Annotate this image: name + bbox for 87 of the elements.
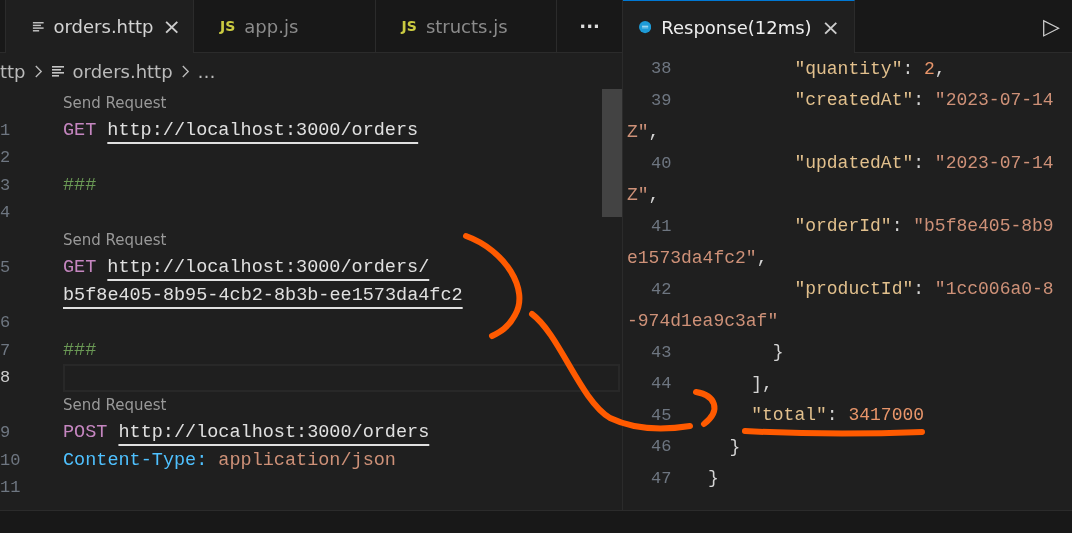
json-key: "orderId" [708, 216, 892, 237]
json-key: "updatedAt" [708, 153, 914, 174]
send-request-link[interactable]: Send Request [63, 93, 167, 112]
line-number: 3 [0, 175, 12, 195]
line-number: 10 [0, 450, 22, 470]
breadcrumb-item[interactable]: … [197, 60, 216, 82]
json-punctuation: } [728, 436, 741, 457]
line-number: 6 [0, 313, 12, 333]
json-punctuation: } [771, 342, 784, 363]
line-number: 4 [0, 203, 12, 223]
send-request-link[interactable]: Send Request [63, 231, 167, 250]
json-punctuation: , [648, 121, 660, 142]
json-key: "total" [708, 405, 827, 426]
json-string: "2023-07-14 [934, 90, 1054, 111]
tab-label: orders.http [53, 16, 154, 37]
json-string: -974d1ea9c3af" [627, 310, 779, 331]
js-file-icon: JS [401, 18, 417, 34]
line-number: 39 [650, 90, 673, 110]
line-number: 44 [650, 374, 673, 394]
json-string: "1cc006a0-8 [934, 279, 1054, 300]
json-punctuation: : [913, 153, 926, 174]
send-request-link[interactable]: Send Request [63, 396, 167, 415]
json-punctuation: : [902, 58, 915, 79]
close-icon[interactable]: × [162, 14, 181, 39]
json-punctuation: ], [750, 373, 773, 394]
line-number: 1 [0, 120, 12, 140]
line-number: 9 [0, 423, 12, 443]
file-lines-icon [50, 64, 65, 78]
json-key: "productId" [708, 279, 914, 300]
tab-label: structs.js [425, 15, 508, 37]
json-string: Z" [627, 121, 649, 142]
line-number: 47 [650, 468, 673, 488]
editor-tab[interactable]: orders.http × [6, 0, 194, 53]
js-file-icon: JS [220, 18, 236, 34]
editor-tab[interactable]: JS app.js [194, 0, 376, 52]
line-number: 7 [0, 340, 12, 360]
url-link[interactable]: http://localhost:3000/orders/ [107, 257, 430, 279]
editor-tab[interactable]: JS structs.js [375, 0, 558, 52]
line-number: 38 [650, 59, 673, 79]
json-punctuation: , [756, 247, 768, 268]
json-punctuation: : [913, 90, 926, 111]
url-link[interactable]: b5f8e405-8b95-4cb2-8b3b-ee1573da4fc2 [63, 284, 463, 306]
json-number: 3417000 [848, 405, 925, 426]
line-number: 11 [0, 478, 22, 498]
json-string: "b5f8e405-8b9 [913, 216, 1054, 237]
json-punctuation: , [934, 58, 946, 79]
line-number: 8 [0, 368, 12, 388]
line-number: 5 [0, 258, 12, 278]
response-tab[interactable]: Response(12ms) × [623, 0, 855, 53]
line-number: 46 [650, 437, 673, 457]
line-number: 2 [0, 148, 12, 168]
line-number: 45 [650, 405, 673, 425]
method-keyword: GET [63, 119, 97, 141]
breadcrumb-item[interactable]: ttp [0, 60, 26, 82]
separator-comment: ### [63, 339, 97, 361]
json-key: "quantity" [708, 58, 903, 79]
method-keyword: GET [63, 257, 97, 279]
json-punctuation: : [826, 405, 839, 426]
line-number: 41 [650, 216, 673, 236]
header-name: Content-Type: [63, 449, 208, 471]
breadcrumb-item[interactable]: orders.http [72, 60, 173, 82]
separator-comment: ### [63, 174, 97, 196]
json-key: "createdAt" [708, 90, 914, 111]
header-value: application/json [218, 449, 396, 471]
line-number: 43 [650, 342, 673, 362]
method-keyword: POST [63, 422, 108, 444]
json-string: e1573da4fc2" [627, 247, 757, 268]
json-punctuation: : [891, 216, 904, 237]
close-icon[interactable]: × [821, 14, 840, 40]
tab-label: app.js [244, 15, 299, 37]
json-string: Z" [627, 184, 649, 205]
json-punctuation: , [648, 184, 660, 205]
line-number: 40 [650, 153, 673, 173]
run-button[interactable]: ▷ [1031, 0, 1072, 52]
tab-label: Response(12ms) [661, 16, 812, 38]
url-link[interactable]: http://localhost:3000/orders [118, 422, 430, 444]
json-punctuation: : [913, 279, 926, 300]
file-lines-icon [32, 19, 45, 34]
more-button[interactable]: ··· [557, 0, 622, 52]
chevron-icon [33, 63, 43, 79]
line-number: 42 [650, 279, 673, 299]
json-punctuation: } [708, 468, 719, 489]
scrollbar-thumb[interactable] [602, 89, 622, 217]
json-number: 2 [924, 58, 935, 79]
chevron-icon [180, 63, 190, 79]
json-string: "2023-07-14 [934, 153, 1054, 174]
url-link[interactable]: http://localhost:3000/orders [107, 119, 419, 141]
